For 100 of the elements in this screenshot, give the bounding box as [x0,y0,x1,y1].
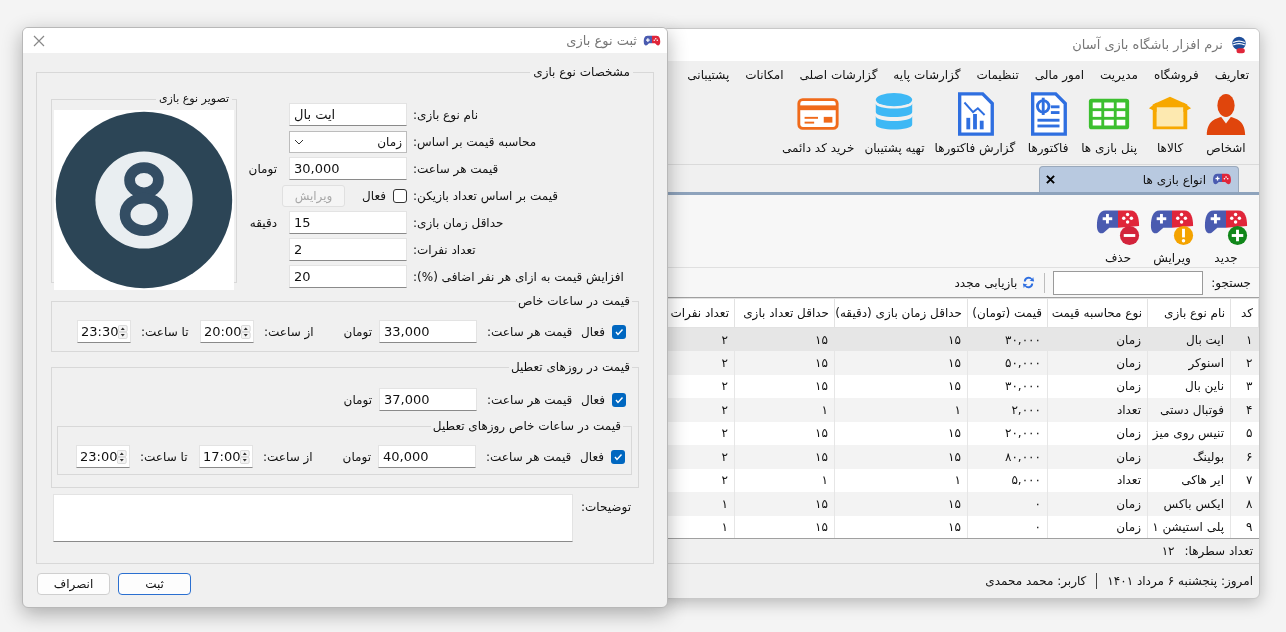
field-label: از ساعت: [262,448,314,466]
status-date: امروز: پنجشنبه ۶ مرداد ۱۴۰۱ [1107,573,1253,590]
menu-item[interactable]: پشتیبانی [687,66,730,84]
checkmark-icon [614,326,624,337]
checkbox[interactable] [612,392,626,407]
time-field[interactable]: 20:00 [200,320,254,343]
group-title: قیمت در روزهای تعطیل [509,359,631,376]
table-cell: ۱۵ [834,351,968,375]
notes-field[interactable] [53,494,573,542]
checkbox[interactable] [611,449,625,464]
table-cell: ایکس باکس [1147,492,1231,516]
field-label: حداقل زمان بازی: [412,214,505,232]
dialog-button[interactable]: ثبت [118,573,191,595]
column-header[interactable]: حداقل زمان بازی (دقیقه) [834,298,968,328]
checkbox-label: فعال [582,323,606,341]
unit-label: تومان [341,448,372,466]
table-cell: زمان [1047,515,1148,538]
unit-label: تومان [342,323,373,341]
text-field[interactable]: 20 [289,265,407,288]
table-cell: بولینگ [1147,445,1231,469]
field-label: توضیحات: [581,499,632,516]
table-cell: ۱۵ [734,445,835,469]
text-field[interactable]: 15 [289,211,407,234]
table-cell: ۲,۰۰۰ [967,398,1048,422]
menu-item[interactable]: تنظیمات [976,66,1019,84]
toolbar-button[interactable]: خرید کد دائمی [780,91,857,157]
checkbox[interactable] [393,188,407,203]
group-title: قیمت در ساعات خاص روزهای تعطیل [431,418,622,435]
unit-label: تومان [342,391,373,409]
window-title: نرم افزار باشگاه بازی آسان [1072,35,1223,55]
refresh-button[interactable]: بازیابی مجدد [954,273,1037,292]
checkbox[interactable] [612,324,626,339]
toolbar-button[interactable]: گزارش فاکتورها [932,91,1018,157]
table-cell: ۱۵ [734,492,835,516]
column-header[interactable]: حداقل تعداد بازی [734,298,835,328]
menu-item[interactable]: گزارشات پایه [893,66,961,84]
tab[interactable]: انواع بازی ها [1039,166,1239,192]
table-cell: فوتبال دستی [1147,398,1231,422]
column-header[interactable]: قیمت (تومان) [967,298,1048,328]
text-field[interactable]: ایت بال [289,103,407,126]
toolbar-button[interactable]: کالاها [1145,91,1195,157]
table-cell: ۸۰,۰۰۰ [967,445,1048,469]
gamepad-icon [643,34,661,47]
menu-item[interactable]: تعاریف [1214,66,1249,84]
action-button[interactable]: حذف [1095,201,1141,267]
gamepad-icon [1212,173,1232,186]
tab-label: انواع بازی ها [1141,171,1206,189]
table-cell: زمان [1047,351,1148,375]
toolbar-button[interactable]: تهیه پشتیبان [862,91,927,157]
action-button[interactable]: ویرایش [1149,201,1195,267]
action-button[interactable]: جدید [1203,201,1249,267]
table-cell: ۲ [1230,351,1259,375]
toolbar-button[interactable]: پنل بازی ها [1079,91,1139,157]
time-field[interactable]: 23:30 [77,320,131,343]
column-header[interactable]: نوع محاسبه قیمت [1047,298,1148,328]
field-label: قیمت هر ساعت: [486,323,574,341]
menu-item[interactable]: فروشگاه [1153,66,1199,84]
status-user: کاربر: محمد محمدی [985,573,1087,590]
text-field[interactable]: 30,000 [289,157,407,180]
group-title: قیمت در ساعات خاص [516,293,631,310]
search-label: جستجو: [1211,274,1251,292]
table-cell: زمان [1047,492,1148,516]
table-cell: ۱ [734,398,835,422]
app-logo-icon [1229,35,1249,55]
dialog-button[interactable]: انصراف [37,573,110,595]
menu-item[interactable]: مدیریت [1100,66,1138,84]
table-cell: ۰ [967,492,1048,516]
text-field[interactable]: 37,000 [379,388,477,411]
time-field[interactable]: 17:00 [199,445,253,468]
row-count-value: ۱۲ [1161,543,1175,560]
refresh-icon [1021,275,1037,290]
dropdown[interactable]: زمان [289,130,407,153]
menu-item[interactable]: امکانات [745,66,784,84]
column-header[interactable]: نام نوع بازی [1147,298,1231,328]
table-cell: ۸ [1230,492,1259,516]
table-cell: ۱۵ [734,515,835,538]
table-cell: ۱۵ [834,445,968,469]
field-label: تا ساعت: [139,448,189,466]
table-cell: پلی استیشن ۱ [1147,515,1231,538]
search-field[interactable] [1053,270,1204,295]
menu-item[interactable]: امور مالی [1034,66,1085,84]
table-cell: ۱ [834,398,968,422]
table-cell: تعداد [1047,398,1148,422]
field-label: قیمت هر ساعت: [486,391,574,409]
close-icon[interactable] [1046,175,1055,184]
menu-item[interactable]: گزارشات اصلی [799,66,878,84]
table-cell: ۵۰,۰۰۰ [967,351,1048,375]
table-cell: ۱۵ [834,492,968,516]
checkbox-label: فعال [581,448,605,466]
text-field[interactable]: 2 [289,238,407,261]
text-field[interactable]: 33,000 [379,320,477,343]
checkmark-icon [613,451,623,462]
checkbox-label: فعال [582,391,606,409]
toolbar-button[interactable]: فاکتورها [1023,91,1074,157]
dialog-title: ثبت نوع بازی [565,31,637,51]
text-field[interactable]: 40,000 [378,445,476,468]
column-header[interactable]: کد [1230,298,1259,328]
image-title: تصویر نوع بازی [157,91,230,107]
time-field[interactable]: 23:00 [76,445,130,468]
toolbar-button[interactable]: اشخاص [1201,91,1251,157]
